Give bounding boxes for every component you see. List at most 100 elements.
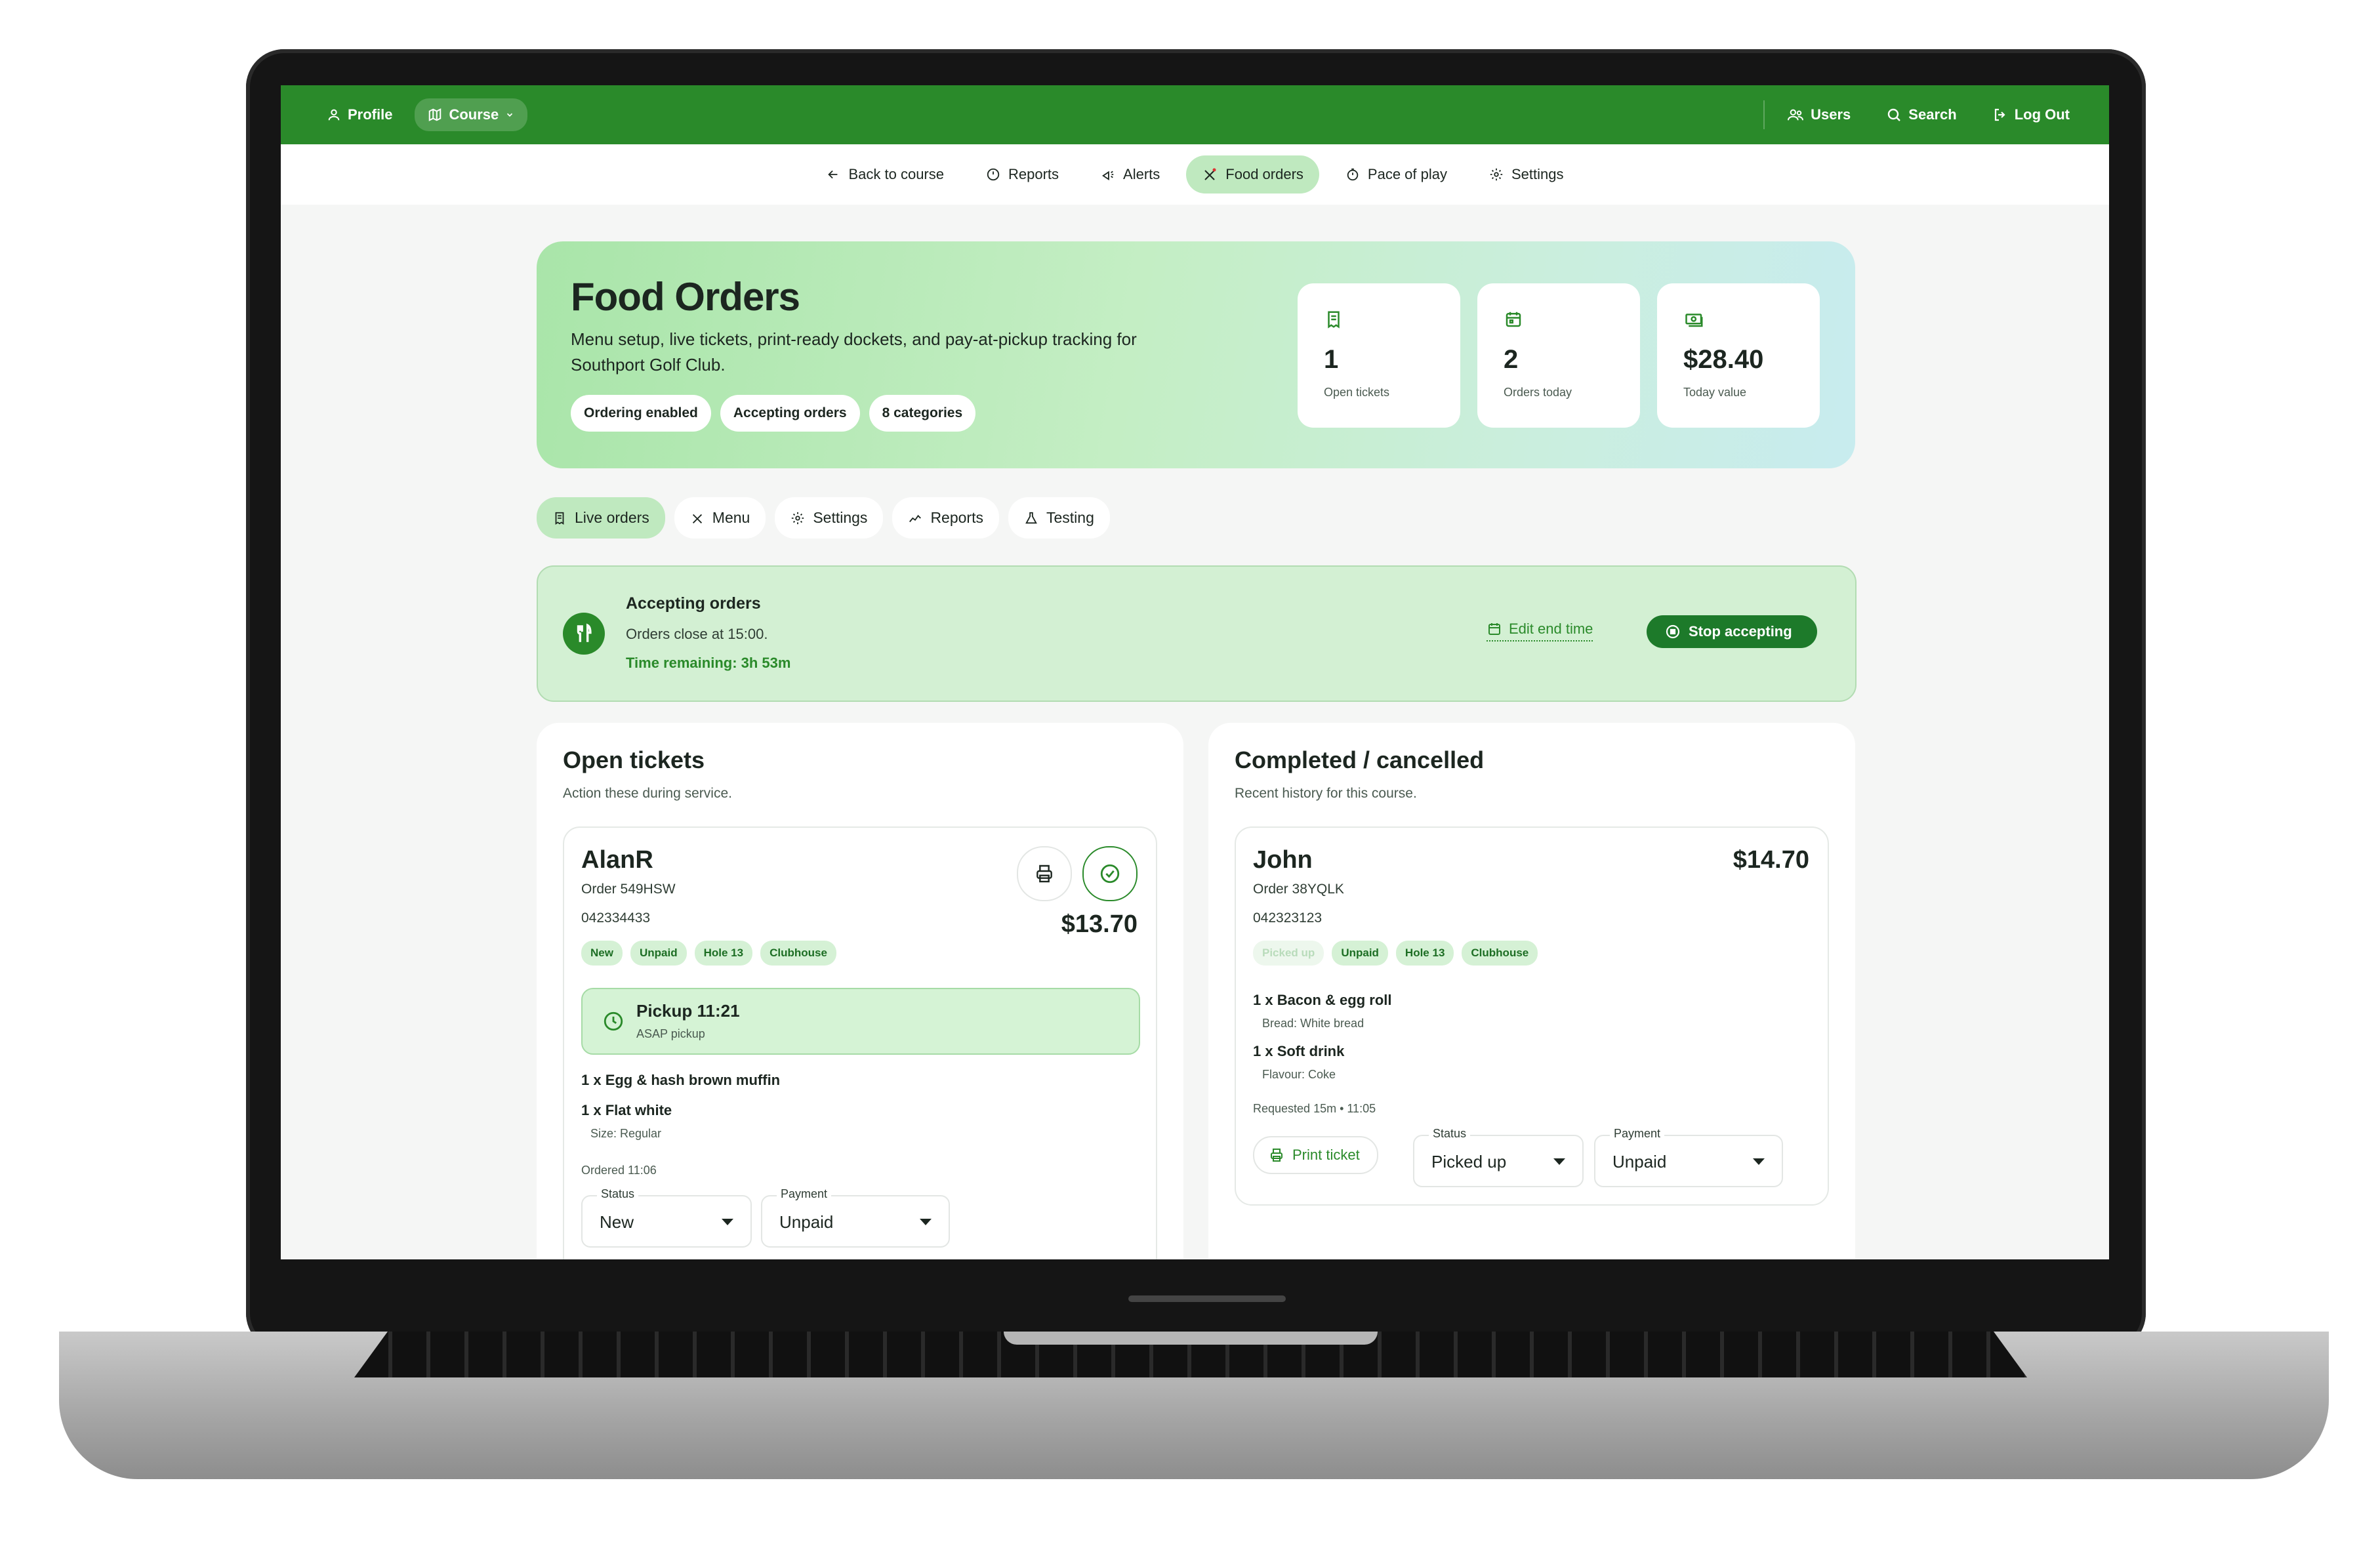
alert-icon: [1101, 167, 1115, 182]
subnav-pace-of-play[interactable]: Pace of play: [1330, 155, 1463, 194]
payment-select[interactable]: Payment Unpaid: [761, 1187, 950, 1248]
subnav-reports[interactable]: Reports: [970, 155, 1075, 194]
clock-icon: [986, 167, 1000, 182]
tab-settings[interactable]: Settings: [775, 497, 884, 539]
hole-badge: Hole 13: [1395, 941, 1454, 966]
search-button[interactable]: Search: [1873, 98, 1969, 131]
item-option: Flavour: Coke: [1262, 1068, 1336, 1081]
top-bar: Profile Course Users Search Log Out: [281, 85, 2109, 144]
logout-button[interactable]: Log Out: [1979, 98, 2083, 131]
clock-icon: [602, 1010, 625, 1032]
status-select[interactable]: Status Picked up: [1413, 1127, 1584, 1187]
back-to-course-link[interactable]: Back to course: [810, 155, 960, 194]
status-select-value: Picked up: [1431, 1152, 1507, 1171]
stat-orders-today: 2 Orders today: [1477, 283, 1640, 428]
edit-end-time-button[interactable]: Edit end time: [1487, 621, 1593, 642]
stop-accepting-label: Stop accepting: [1689, 623, 1792, 640]
profile-button[interactable]: Profile: [314, 98, 405, 131]
chip-categories: 8 categories: [869, 395, 976, 432]
customer-name: AlanR: [581, 846, 653, 874]
settings-label: Settings: [1511, 166, 1564, 182]
customer-name: John: [1253, 846, 1313, 874]
tab-label: Settings: [813, 509, 868, 526]
profile-label: Profile: [348, 106, 393, 123]
tab-live-orders[interactable]: Live orders: [537, 497, 665, 539]
stat-open-tickets: 1 Open tickets: [1298, 283, 1460, 428]
payment-select-value: Unpaid: [779, 1212, 834, 1232]
app-screen: Profile Course Users Search Log Out Back…: [281, 85, 2109, 1259]
stat-value: 1: [1324, 345, 1339, 374]
status-select[interactable]: Status New: [581, 1187, 752, 1248]
subnav-food-orders[interactable]: Food orders: [1186, 155, 1319, 194]
utensils-icon: [690, 511, 705, 525]
location-badge: Clubhouse: [760, 941, 836, 966]
check-circle-icon: [1099, 863, 1121, 885]
printer-icon: [1269, 1147, 1284, 1163]
location-badge: Clubhouse: [1462, 941, 1538, 966]
course-label: Course: [449, 106, 499, 123]
stat-label: Orders today: [1504, 386, 1572, 399]
panel-title: Completed / cancelled: [1235, 746, 1485, 773]
chevron-down-icon: [505, 110, 514, 119]
course-dropdown[interactable]: Course: [415, 98, 528, 131]
stat-value: 2: [1504, 345, 1519, 374]
chip-ordering-enabled: Ordering enabled: [571, 395, 711, 432]
payment-badge: Unpaid: [630, 941, 687, 966]
ordered-time: Ordered 11:06: [581, 1164, 657, 1177]
search-label: Search: [1908, 106, 1957, 123]
panel-subtitle: Action these during service.: [563, 786, 732, 801]
receipt-icon: [552, 511, 567, 525]
receipt-icon: [1324, 310, 1344, 329]
users-button[interactable]: Users: [1774, 98, 1864, 131]
order-item: 1 x Flat white: [581, 1102, 672, 1118]
stat-label: Today value: [1683, 386, 1747, 399]
ticket-card: AlanR Order 549HSW 042334433 $13.70 New …: [563, 826, 1157, 1259]
arrow-left-icon: [826, 167, 840, 182]
order-number: Order 38YQLK: [1253, 882, 1344, 897]
utensils-icon: [563, 613, 605, 655]
payment-badge: Unpaid: [1332, 941, 1388, 966]
tab-label: Testing: [1046, 509, 1094, 526]
payment-select-value: Unpaid: [1612, 1152, 1667, 1171]
chevron-down-icon: [1753, 1158, 1765, 1165]
tab-menu[interactable]: Menu: [674, 497, 766, 539]
topbar-divider: [1763, 100, 1765, 129]
status-select-label: Status: [597, 1187, 639, 1201]
flask-icon: [1024, 511, 1038, 525]
cash-icon: [1683, 310, 1706, 329]
user-icon: [327, 108, 341, 122]
utensils-icon: [1202, 167, 1218, 182]
gear-icon: [790, 511, 805, 525]
sub-navigation: Back to course Reports Alerts Food order…: [281, 144, 2109, 205]
tab-label: Live orders: [575, 509, 649, 526]
timer-icon: [1345, 167, 1360, 182]
chevron-down-icon: [1553, 1158, 1565, 1165]
search-icon: [1886, 107, 1902, 123]
food-orders-label: Food orders: [1225, 166, 1303, 182]
stop-accepting-button[interactable]: Stop accepting: [1647, 615, 1817, 648]
subnav-settings[interactable]: Settings: [1473, 155, 1580, 194]
logout-label: Log Out: [2014, 106, 2070, 123]
laptop-notch: [1004, 1332, 1378, 1345]
page-description: Menu setup, live tickets, print-ready do…: [571, 329, 1137, 375]
subnav-alerts[interactable]: Alerts: [1085, 155, 1176, 194]
users-label: Users: [1811, 106, 1851, 123]
stat-today-value: $28.40 Today value: [1657, 283, 1820, 428]
tab-testing[interactable]: Testing: [1008, 497, 1110, 539]
status-badge: Picked up: [1253, 941, 1324, 966]
completed-panel: Completed / cancelled Recent history for…: [1208, 723, 1855, 1259]
complete-button[interactable]: [1082, 846, 1138, 901]
order-item: 1 x Bacon & egg roll: [1253, 992, 1392, 1008]
print-button[interactable]: [1017, 846, 1072, 901]
tab-label: Menu: [712, 509, 750, 526]
reports-label: Reports: [1008, 166, 1059, 182]
hero-banner: Food Orders Menu setup, live tickets, pr…: [537, 241, 1855, 468]
phone-number: 042334433: [581, 910, 651, 926]
tab-reports[interactable]: Reports: [892, 497, 999, 539]
print-ticket-button[interactable]: Print ticket: [1253, 1136, 1378, 1174]
stop-icon: [1665, 624, 1681, 640]
calendar-icon: [1504, 310, 1523, 329]
pickup-time: Pickup 11:21: [636, 1001, 740, 1021]
payment-select[interactable]: Payment Unpaid: [1594, 1127, 1783, 1187]
order-total: $14.70: [1733, 846, 1809, 874]
